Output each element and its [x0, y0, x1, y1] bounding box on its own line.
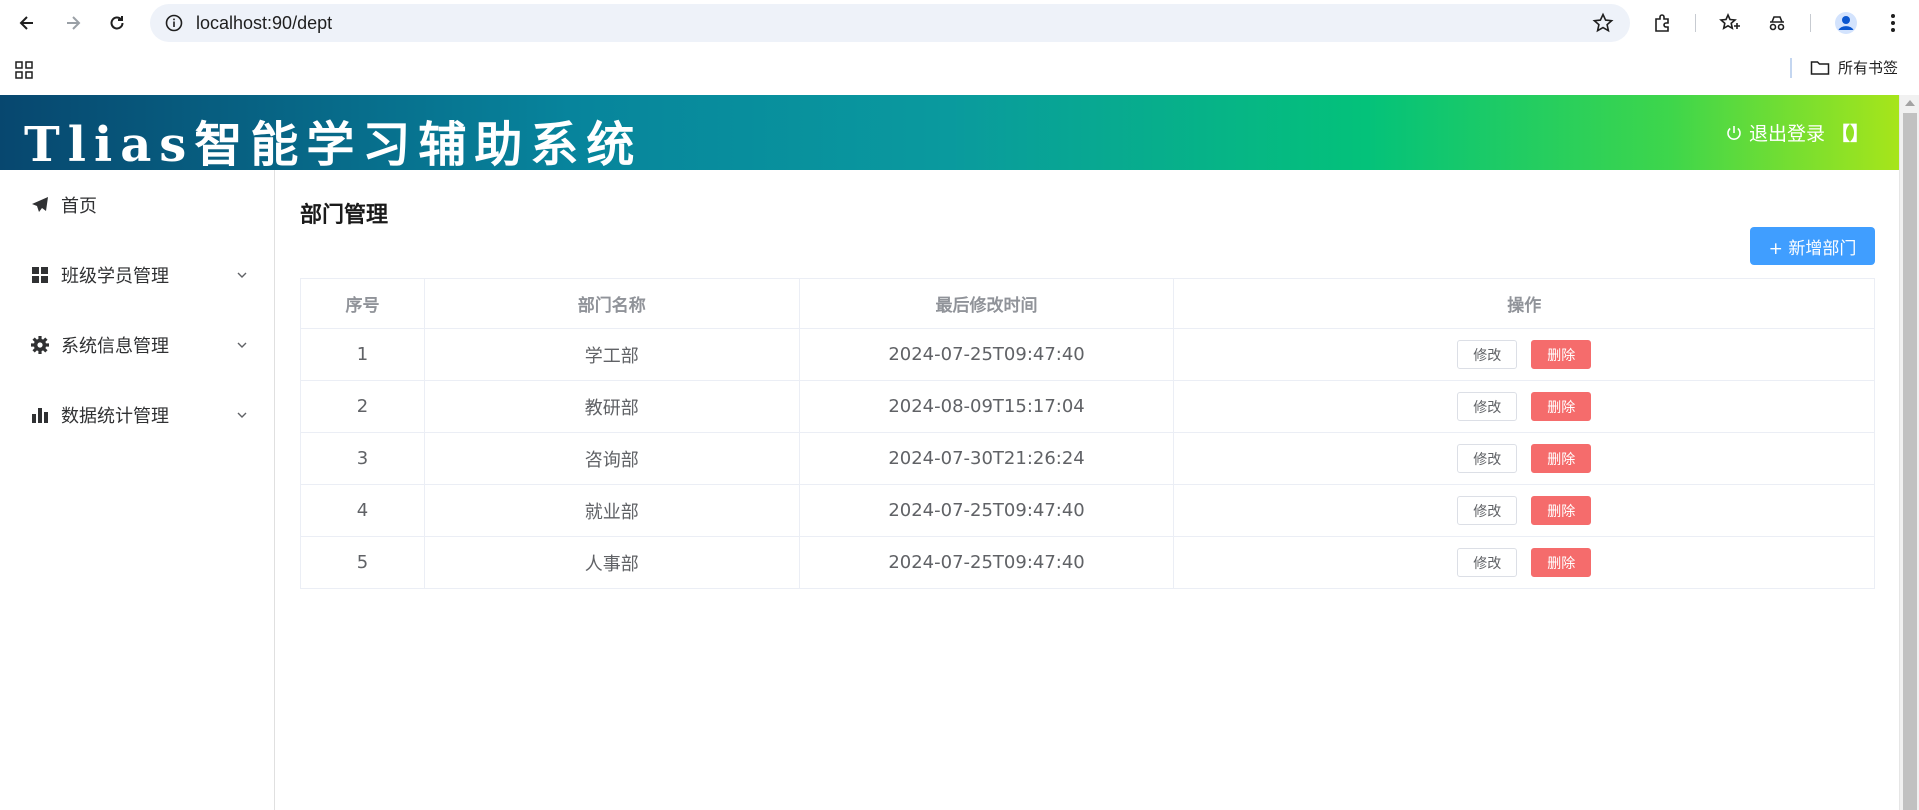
edit-button[interactable]: 修改 [1457, 340, 1518, 369]
chevron-down-icon [237, 272, 247, 278]
reload-icon[interactable] [103, 9, 131, 37]
sidebar-item-data-stats[interactable]: 数据统计管理 [0, 387, 274, 443]
bookmarks-divider [1790, 58, 1792, 78]
paper-plane-icon [30, 195, 50, 215]
delete-button[interactable]: 删除 [1531, 340, 1592, 369]
grid-icon [30, 265, 50, 285]
cell-actions: 修改 删除 [1173, 380, 1875, 433]
all-bookmarks-folder[interactable]: 所有书签 [1810, 57, 1898, 78]
more-menu-icon[interactable] [1881, 11, 1905, 35]
page-title: 部门管理 [300, 203, 389, 228]
cell-index: 3 [300, 432, 425, 485]
cell-actions: 修改 删除 [1173, 432, 1875, 485]
logout-label: 退出登录 [1748, 123, 1825, 145]
toolbar-divider [1695, 14, 1696, 32]
cell-actions: 修改 删除 [1173, 328, 1875, 381]
cell-updated-time: 2024-07-30T21:26:24 [798, 432, 1175, 485]
cell-department-name: 就业部 [423, 484, 800, 537]
cell-actions: 修改 删除 [1173, 484, 1875, 537]
bar-chart-icon [30, 405, 50, 425]
scroll-up-arrow-icon[interactable] [1905, 100, 1915, 106]
cell-index: 4 [300, 484, 425, 537]
cell-department-name: 教研部 [423, 380, 800, 433]
forward-icon[interactable] [59, 9, 87, 37]
folder-icon [1810, 60, 1830, 75]
scroll-thumb[interactable] [1903, 113, 1917, 810]
table-row: 4 就业部 2024-07-25T09:47:40 修改 删除 [300, 484, 1875, 537]
sidebar-item-label: 系统信息管理 [61, 336, 169, 357]
edit-button[interactable]: 修改 [1457, 444, 1518, 473]
app-title: Tlias智能学习辅助系统 [24, 117, 643, 173]
all-bookmarks-label: 所有书签 [1838, 60, 1899, 77]
cell-updated-time: 2024-07-25T09:47:40 [798, 536, 1175, 589]
sidebar: 首页 班级学员管理 系统信息管理 数据统计管理 [0, 170, 274, 810]
gear-icon [30, 335, 50, 355]
edit-button[interactable]: 修改 [1457, 496, 1518, 525]
edit-button[interactable]: 修改 [1457, 548, 1518, 577]
column-header-index: 序号 [300, 278, 425, 329]
sidebar-divider [274, 170, 275, 810]
cell-updated-time: 2024-07-25T09:47:40 [798, 328, 1175, 381]
column-header-actions: 操作 [1173, 278, 1875, 329]
add-department-button[interactable]: + 新增部门 [1750, 227, 1875, 265]
cell-updated-time: 2024-08-09T15:17:04 [798, 380, 1175, 433]
url-text: localhost:90/dept [196, 13, 333, 33]
bookmarks-bar: 所有书签 [0, 46, 1919, 94]
logout-user: 【】 [1830, 123, 1869, 145]
delete-button[interactable]: 删除 [1531, 548, 1592, 577]
cell-index: 2 [300, 380, 425, 433]
apps-grid-icon[interactable] [14, 60, 34, 80]
cell-department-name: 人事部 [423, 536, 800, 589]
page-scrollbar[interactable] [1899, 95, 1919, 810]
cell-index: 1 [300, 328, 425, 381]
cell-index: 5 [300, 536, 425, 589]
chevron-down-icon [237, 412, 247, 418]
power-icon [1727, 125, 1741, 140]
logout-button[interactable]: 退出登录 【】 [1725, 119, 1869, 146]
browser-toolbar: localhost:90/dept [0, 0, 1919, 46]
column-header-updated: 最后修改时间 [798, 278, 1175, 329]
incognito-icon[interactable] [1765, 11, 1789, 35]
sidebar-item-label: 班级学员管理 [61, 266, 169, 287]
cell-updated-time: 2024-07-25T09:47:40 [798, 484, 1175, 537]
sidebar-item-label: 数据统计管理 [61, 406, 169, 427]
cell-actions: 修改 删除 [1173, 536, 1875, 589]
delete-button[interactable]: 删除 [1531, 444, 1592, 473]
address-bar[interactable]: localhost:90/dept [150, 4, 1630, 42]
delete-button[interactable]: 删除 [1531, 496, 1592, 525]
profile-avatar-icon[interactable] [1834, 11, 1858, 35]
sidebar-item-class-students[interactable]: 班级学员管理 [0, 247, 274, 303]
table-row: 3 咨询部 2024-07-30T21:26:24 修改 删除 [300, 432, 1875, 485]
favorites-icon[interactable] [1718, 11, 1742, 35]
table-row: 1 学工部 2024-07-25T09:47:40 修改 删除 [300, 328, 1875, 381]
table-row: 5 人事部 2024-07-25T09:47:40 修改 删除 [300, 536, 1875, 589]
sidebar-item-home[interactable]: 首页 [0, 177, 274, 233]
table-row: 2 教研部 2024-08-09T15:17:04 修改 删除 [300, 380, 1875, 433]
sidebar-item-label: 首页 [61, 196, 97, 217]
sidebar-item-system-info[interactable]: 系统信息管理 [0, 317, 274, 373]
delete-button[interactable]: 删除 [1531, 392, 1592, 421]
table-header-row: 序号 部门名称 最后修改时间 操作 [300, 278, 1875, 329]
bookmark-star-icon[interactable] [1592, 12, 1614, 34]
site-info-icon[interactable] [164, 13, 184, 33]
cell-department-name: 学工部 [423, 328, 800, 381]
column-header-name: 部门名称 [423, 278, 800, 329]
chevron-down-icon [237, 342, 247, 348]
cell-department-name: 咨询部 [423, 432, 800, 485]
department-table: 序号 部门名称 最后修改时间 操作 1 学工部 2024-07-25T09:47:4… [300, 278, 1875, 589]
edit-button[interactable]: 修改 [1457, 392, 1518, 421]
toolbar-divider [1810, 14, 1811, 32]
app-header: Tlias智能学习辅助系统 退出登录 【】 [0, 95, 1899, 173]
back-icon[interactable] [13, 9, 41, 37]
extensions-icon[interactable] [1651, 11, 1675, 35]
